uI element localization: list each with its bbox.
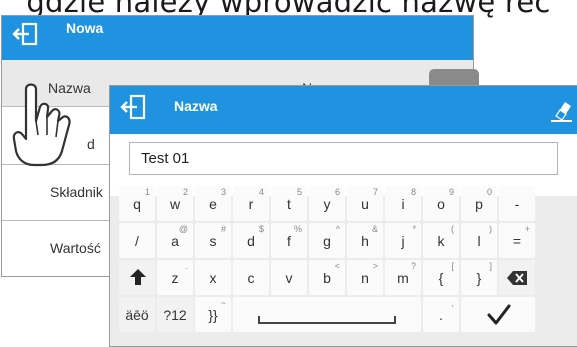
shift-key[interactable]: [119, 260, 155, 295]
key-y[interactable]: y6: [309, 186, 345, 221]
key-k[interactable]: k(: [423, 223, 459, 258]
name-text-input[interactable]: Test 01: [129, 142, 558, 175]
key-l[interactable]: l): [461, 223, 497, 258]
confirm-button[interactable]: [461, 297, 535, 332]
value-label: Wartość: [50, 240, 101, 256]
symbols-button[interactable]: ?12: [157, 297, 193, 332]
dialog-title-bar: Nazwa: [110, 86, 577, 134]
key-dash[interactable]: -: [499, 186, 535, 221]
key-r[interactable]: r4: [233, 186, 269, 221]
key-s[interactable]: s #: [195, 223, 231, 258]
key-n[interactable]: n >: [347, 260, 383, 295]
accent-keys-button[interactable]: äēö: [119, 297, 155, 332]
backspace-key[interactable]: [499, 260, 535, 295]
key-p[interactable]: p0: [461, 186, 497, 221]
key-b[interactable]: b <: [309, 260, 345, 295]
back-icon[interactable]: [12, 22, 42, 50]
key-m[interactable]: m?: [385, 260, 421, 295]
key-j[interactable]: j *: [385, 223, 421, 258]
key-f[interactable]: f%: [271, 223, 307, 258]
key-g[interactable]: g ^: [309, 223, 345, 258]
key-u[interactable]: u7: [347, 186, 383, 221]
pointing-hand-icon: [12, 81, 82, 175]
checkmark-icon: [486, 302, 512, 333]
key-o[interactable]: o9: [423, 186, 459, 221]
backspace-icon: [506, 270, 528, 291]
code-label: d: [87, 136, 95, 152]
dialog-title: Nazwa: [174, 98, 218, 114]
key-v[interactable]: v: [271, 260, 307, 295]
key-a[interactable]: a @: [157, 223, 193, 258]
eraser-icon[interactable]: [548, 97, 574, 127]
key-d[interactable]: d $: [233, 223, 269, 258]
key-h[interactable]: h &: [347, 223, 383, 258]
key-i[interactable]: i8: [385, 186, 421, 221]
dialog-back-icon[interactable]: [120, 94, 150, 124]
key-brackets[interactable]: }} ~: [195, 297, 231, 332]
key-w[interactable]: w2: [157, 186, 193, 221]
key-x[interactable]: x: [195, 260, 231, 295]
space-key[interactable]: [233, 297, 421, 332]
space-bar-icon: [258, 316, 396, 324]
key-equals[interactable]: = +: [499, 223, 535, 258]
key-c[interactable]: c: [233, 260, 269, 295]
key-slash[interactable]: /: [119, 223, 155, 258]
recipe-title-bar: Nowa: [2, 16, 473, 60]
shift-up-arrow-icon: [128, 267, 148, 292]
recipe-window-title: Nowa: [66, 20, 104, 36]
key-q[interactable]: q1: [119, 186, 155, 221]
key-e[interactable]: e3: [195, 186, 231, 221]
key-left-brace[interactable]: {[: [423, 260, 459, 295]
key-right-brace[interactable]: }]: [461, 260, 497, 295]
key-z[interactable]: z.: [157, 260, 193, 295]
name-keyboard-dialog: Nazwa Test 01 q1 w2 e3 r4 t5 y6 u7 i8 o9…: [109, 85, 577, 347]
ingredient-label: Składnik: [50, 184, 103, 200]
key-dot[interactable]: .,: [423, 297, 459, 332]
key-t[interactable]: t5: [271, 186, 307, 221]
